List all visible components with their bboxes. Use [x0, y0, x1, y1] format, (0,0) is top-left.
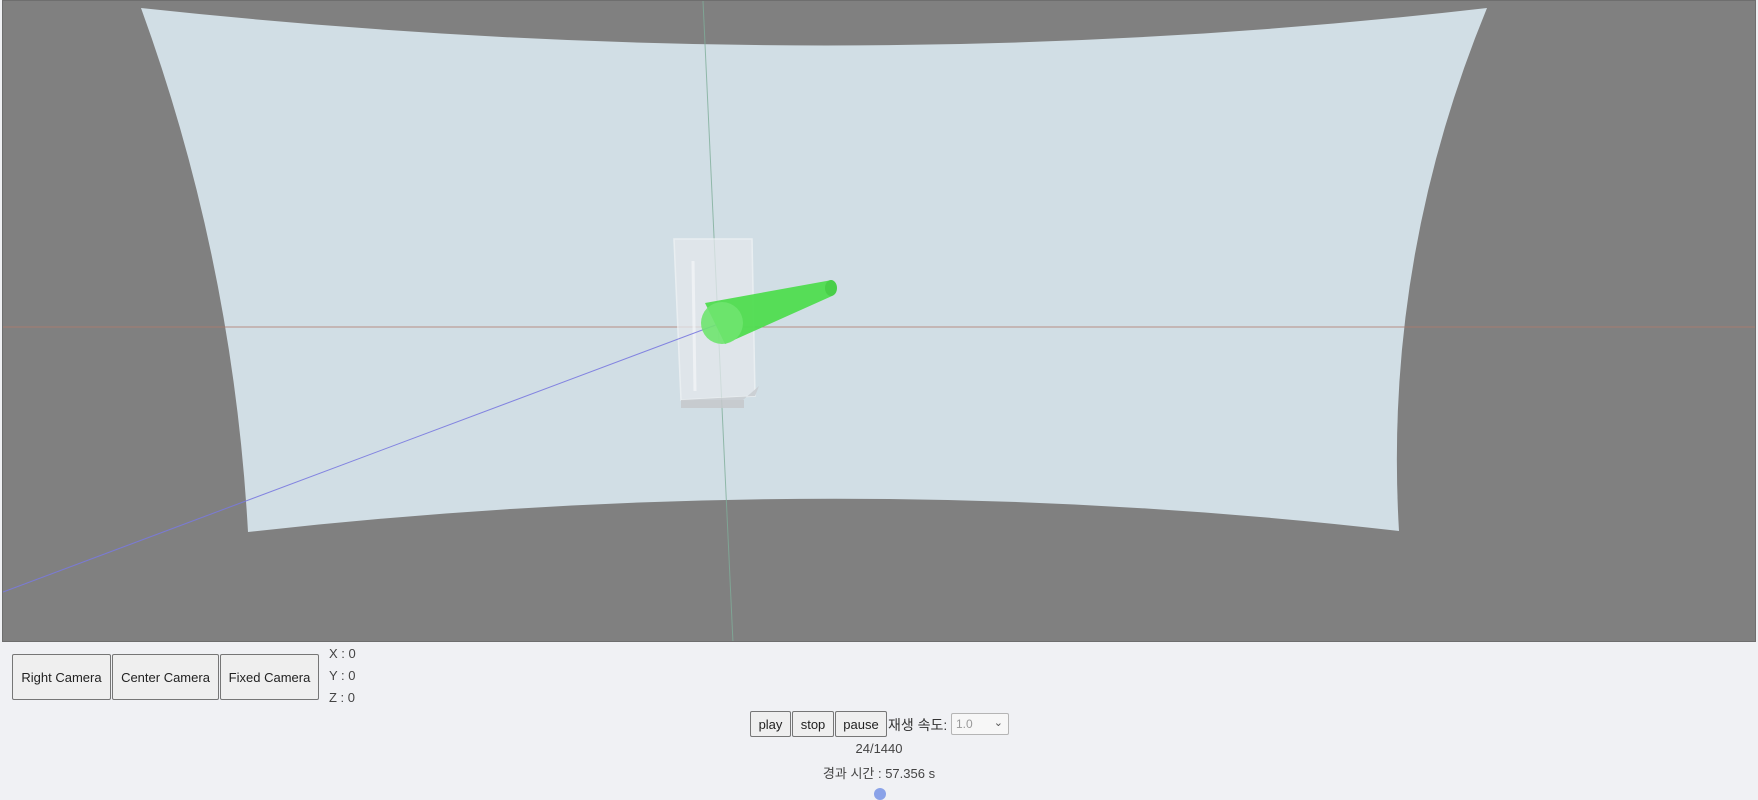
play-button[interactable]: play [750, 711, 791, 737]
z-coordinate-readout: Z : 0 [329, 690, 356, 705]
x-coordinate-readout: X : 0 [329, 646, 356, 661]
elapsed-time: 경과 시간 : 57.356 s [822, 766, 936, 781]
playback-speed-value: 1.0 [956, 717, 973, 731]
3d-viewport[interactable] [2, 0, 1756, 642]
right-camera-button[interactable]: Right Camera [12, 654, 111, 700]
partial-indicator-dot [874, 788, 886, 800]
playback-speed-label: 재생 속도: [888, 717, 948, 733]
3d-scene [3, 1, 1755, 641]
frame-counter: 24/1440 [855, 741, 903, 756]
stop-button[interactable]: stop [792, 711, 834, 737]
curved-screen-surface [141, 8, 1487, 532]
fixed-camera-button[interactable]: Fixed Camera [220, 654, 319, 700]
playback-speed-select[interactable]: 1.0 ⌄ [951, 713, 1009, 735]
chevron-down-icon: ⌄ [993, 717, 1003, 729]
center-camera-button[interactable]: Center Camera [112, 654, 219, 700]
y-coordinate-readout: Y : 0 [329, 668, 356, 683]
pause-button[interactable]: pause [835, 711, 887, 737]
